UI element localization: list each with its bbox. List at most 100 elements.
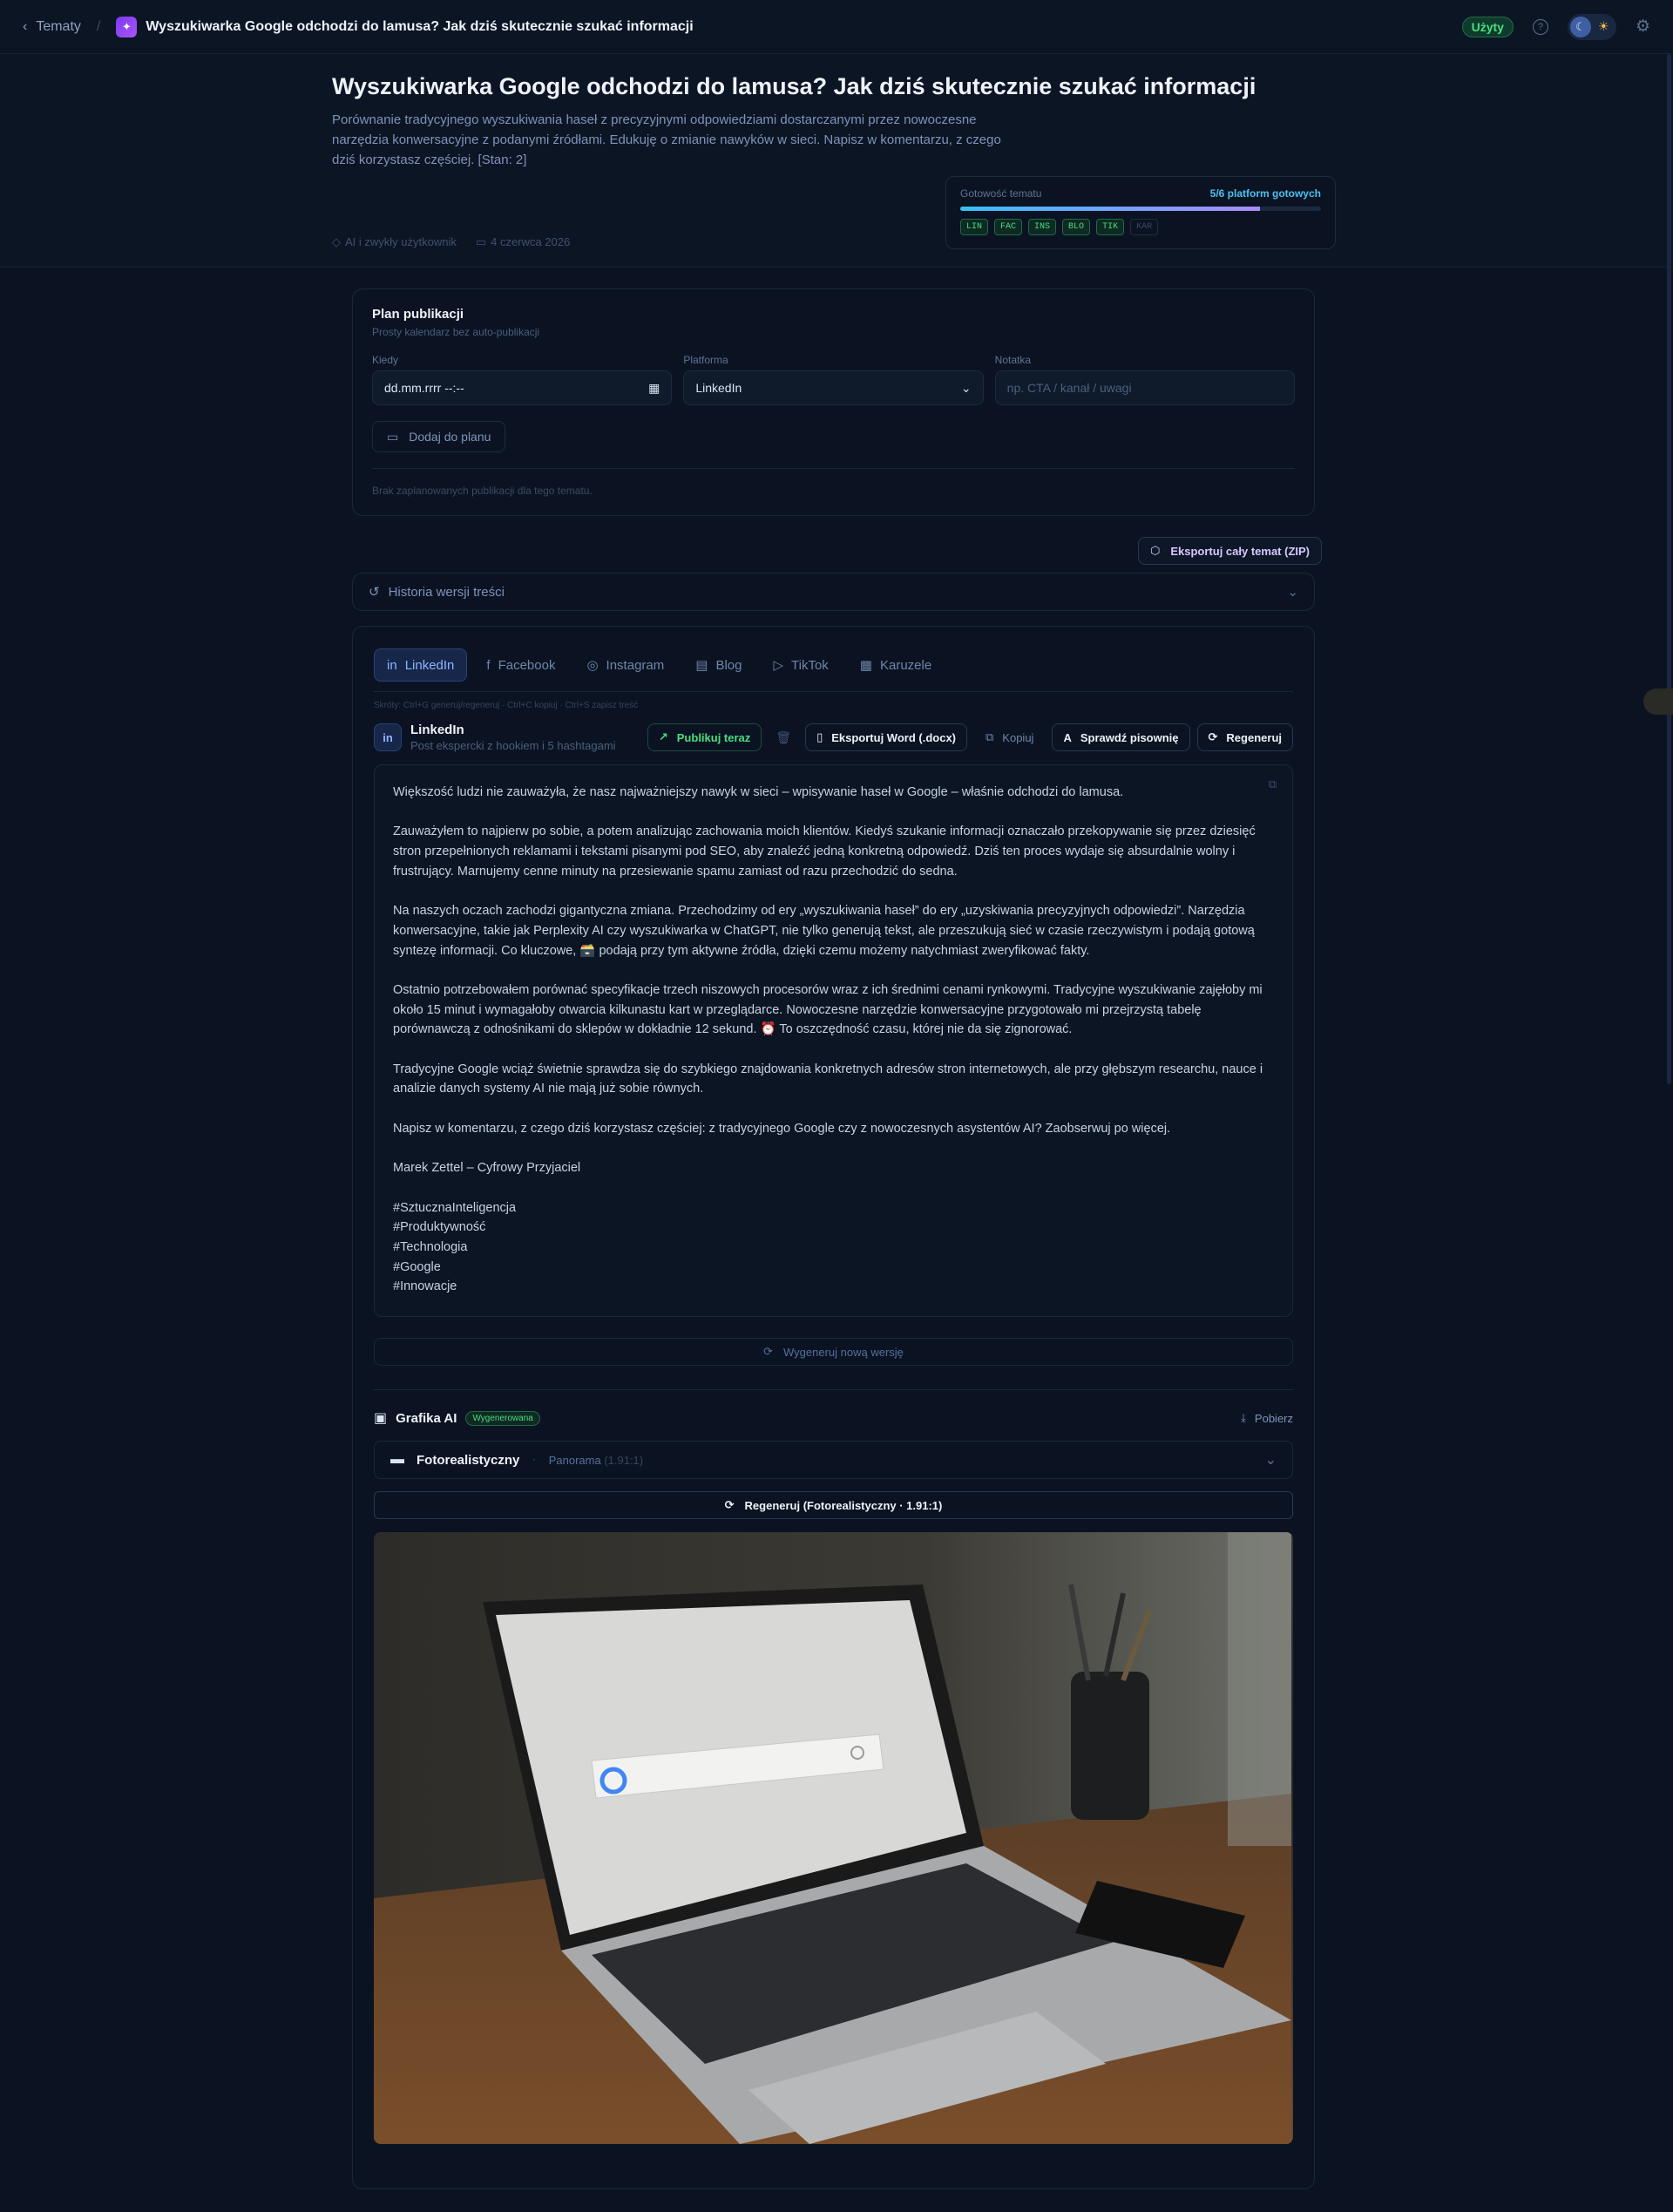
keyboard-shortcuts-hint: Skróty: Ctrl+G generuj/regeneruj · Ctrl+… <box>374 701 639 710</box>
tab-label: Instagram <box>606 657 665 673</box>
tab-instagram[interactable]: ◎ Instagram <box>574 648 676 682</box>
post-paragraph: Zauważyłem to najpierw po sobie, a potem… <box>393 824 1256 879</box>
linkedin-icon: in <box>374 723 402 751</box>
generate-new-version-button[interactable]: ⟳ Wygeneruj nową wersję <box>374 1338 1293 1366</box>
post-paragraph: Większość ludzi nie zauważyła, że nasz n… <box>393 785 1124 799</box>
tab-label: Karuzele <box>879 657 932 673</box>
platform-chip-kar: KAR <box>1130 219 1159 235</box>
export-word-button[interactable]: ▯ Eksportuj Word (.docx) <box>805 723 967 751</box>
tab-facebook[interactable]: f Facebook <box>474 648 567 682</box>
spellcheck-button[interactable]: A Sprawdź pisownię <box>1052 723 1190 751</box>
note-placeholder: np. CTA / kanał / uwagi <box>1006 381 1132 395</box>
regenerate-image-label: Regeneruj (Fotorealistyczny · 1.91:1) <box>744 1498 943 1512</box>
tab-label: Blog <box>715 657 742 673</box>
spellcheck-label: Sprawdź pisownię <box>1080 730 1179 744</box>
copy-label: Kopiuj <box>1002 730 1034 744</box>
generated-badge: Wygenerowana <box>465 1410 540 1426</box>
floating-widget[interactable] <box>1643 689 1673 715</box>
post-content[interactable]: ⧉ Większość ludzi nie zauważyła, że nasz… <box>374 764 1293 1317</box>
calendar-icon[interactable]: ▦ <box>648 381 660 396</box>
platform-chip-blo: BLO <box>1062 219 1091 235</box>
version-history-toggle[interactable]: ↺ Historia wersji treści ⌄ <box>352 573 1315 611</box>
status-badge: Użyty <box>1461 16 1514 37</box>
calendar-plus-icon: ▭ <box>387 429 399 444</box>
chevron-down-icon: ⌄ <box>960 380 972 395</box>
readiness-progress-fill <box>960 207 1260 211</box>
regenerate-image-button[interactable]: ⟳ Regeneruj (Fotorealistyczny · 1.91:1) <box>374 1491 1293 1519</box>
topic-category: ◇ AI i zwykły użytkownik <box>332 235 457 249</box>
hashtag: #Google <box>393 1259 441 1274</box>
generate-new-version-label: Wygeneruj nową wersję <box>783 1345 904 1359</box>
image-icon: ▣ <box>374 1411 388 1426</box>
breadcrumb-title: Wyszukiwarka Google odchodzi do lamusa? … <box>146 18 694 34</box>
export-zip-label: Eksportuj cały temat (ZIP) <box>1170 544 1311 558</box>
tab-label: TikTok <box>791 657 829 673</box>
plan-subtitle: Prosty kalendarz bez auto-publikacji <box>372 326 540 338</box>
trash-icon[interactable]: 🗑 <box>769 730 798 745</box>
download-button[interactable]: ⤓ Pobierz <box>1241 1411 1293 1425</box>
publish-now-button[interactable]: ↗ Publikuj teraz <box>647 723 762 751</box>
post-signature: Marek Zettel – Cyfrowy Przyjaciel <box>393 1161 581 1176</box>
back-link[interactable]: ‹ Tematy <box>23 19 81 35</box>
topic-description: Porównanie tradycyjnego wyszukiwania has… <box>332 112 1001 167</box>
ai-graphic-title: Grafika AI <box>396 1410 457 1426</box>
plan-title: Plan publikacji <box>372 307 464 322</box>
image-style-selector[interactable]: ▬ Fotorealistyczny · Panorama (1.91:1) ⌄ <box>374 1441 1293 1479</box>
instagram-icon: ◎ <box>586 658 599 673</box>
copy-button[interactable]: ⧉ Kopiuj <box>974 723 1045 751</box>
gear-icon[interactable]: ⚙ <box>1636 17 1650 37</box>
video-icon: ▷ <box>773 658 784 673</box>
post-platform-name: LinkedIn <box>410 723 464 737</box>
chevron-down-icon: ⌄ <box>1287 585 1298 600</box>
export-zip-button[interactable]: ⬡ Eksportuj cały temat (ZIP) <box>1138 537 1323 565</box>
tab-label: Facebook <box>498 657 556 673</box>
readiness-value: 5/6 platform gotowych <box>1209 187 1321 200</box>
external-link-icon: ↗ <box>658 730 668 743</box>
topic-category-label: AI i zwykły użytkownik <box>345 235 457 248</box>
image-format: Panorama (1.91:1) <box>549 1454 643 1467</box>
page-title: Wyszukiwarka Google odchodzi do lamusa? … <box>332 73 1256 99</box>
document-icon: ▤ <box>695 658 708 673</box>
copy-icon[interactable]: ⧉ <box>1269 777 1277 791</box>
divider <box>374 1389 1293 1390</box>
scrollbar[interactable] <box>1667 54 1671 1084</box>
topic-header: Wyszukiwarka Google odchodzi do lamusa? … <box>0 54 1673 268</box>
film-icon: ▬ <box>390 1452 404 1467</box>
hashtag-list: #SztucznaInteligencja #Produktywność #Te… <box>393 1198 1274 1298</box>
content-editor-card: in LinkedIn f Facebook ◎ Instagram ▤ Blog ▷ T… <box>352 626 1315 2189</box>
back-label: Tematy <box>36 18 81 34</box>
datetime-value: dd.mm.rrrr --:-- <box>384 381 464 395</box>
tab-blog[interactable]: ▤ Blog <box>683 648 754 682</box>
platform-chip-lin: LIN <box>960 219 989 235</box>
download-icon: ⤓ <box>1241 1411 1246 1424</box>
regenerate-label: Regeneruj <box>1226 730 1282 744</box>
add-to-plan-label: Dodaj do planu <box>409 430 491 444</box>
readiness-progress-track <box>960 207 1321 211</box>
tab-linkedin[interactable]: in LinkedIn <box>374 648 468 682</box>
tab-carousels[interactable]: ▦ Karuzele <box>848 648 944 682</box>
refresh-icon: ⟳ <box>724 1498 735 1511</box>
note-input[interactable]: np. CTA / kanał / uwagi <box>994 370 1295 405</box>
help-icon[interactable]: ? <box>1532 18 1548 35</box>
tag-icon: ◇ <box>332 235 341 248</box>
theme-toggle[interactable]: ☾ ☀ <box>1567 13 1616 40</box>
spellcheck-icon: A <box>1063 730 1072 744</box>
post-platform-description: Post ekspercki z hookiem i 5 hashtagami <box>410 739 616 752</box>
moon-icon: ☾ <box>1569 16 1591 37</box>
platform-select-value: LinkedIn <box>695 381 742 395</box>
platform-tabs: in LinkedIn f Facebook ◎ Instagram ▤ Blog ▷ T… <box>374 648 1293 682</box>
tab-tiktok[interactable]: ▷ TikTok <box>761 648 840 682</box>
chevron-down-icon: ⌄ <box>1264 1453 1277 1468</box>
publication-plan-card: Plan publikacji Prosty kalendarz bez aut… <box>352 288 1315 516</box>
regenerate-button[interactable]: ⟳ Regeneruj <box>1196 723 1293 751</box>
post-paragraph: Ostatnio potrzebowałem porównać specyfik… <box>393 982 1263 1037</box>
note-field: Notatka np. CTA / kanał / uwagi <box>994 354 1295 405</box>
platform-chip-ins: INS <box>1028 219 1057 235</box>
history-icon: ↺ <box>369 585 380 600</box>
datetime-input[interactable]: dd.mm.rrrr --:-- ▦ <box>372 370 673 405</box>
platform-select[interactable]: LinkedIn ⌄ <box>683 370 984 405</box>
file-icon: ▯ <box>816 730 823 743</box>
hashtag: #SztucznaInteligencja <box>393 1200 517 1215</box>
platform-field: Platforma LinkedIn ⌄ <box>683 354 984 405</box>
add-to-plan-button[interactable]: ▭ Dodaj do planu <box>372 421 506 452</box>
